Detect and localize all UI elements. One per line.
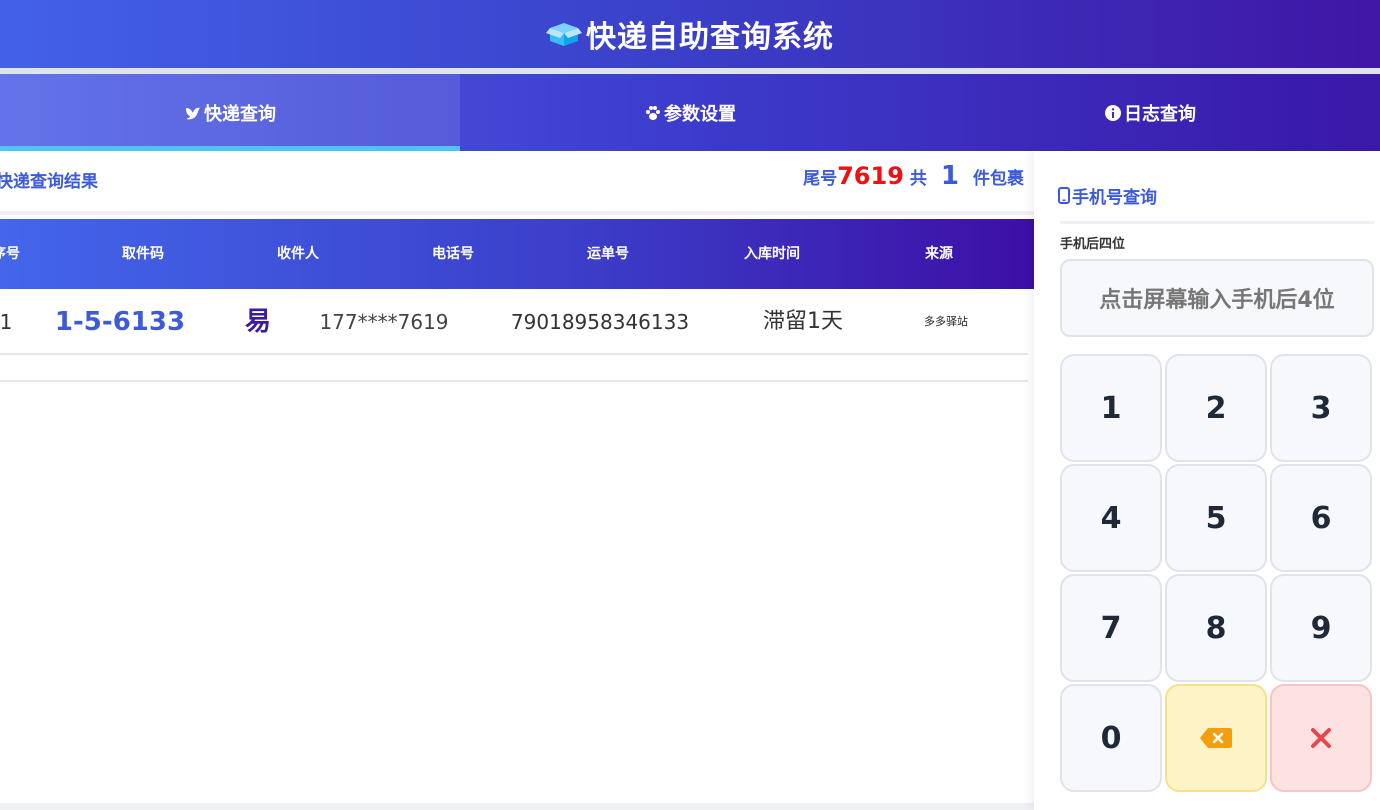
box-icon [546,23,582,46]
count-suffix: 件包裹 [973,169,1024,189]
tail-number: 7619 [837,162,904,190]
side-title: 手机号查询 [1072,188,1157,208]
side-divider [1060,221,1374,224]
backspace-button[interactable] [1165,684,1267,792]
key-2[interactable]: 2 [1165,354,1267,462]
key-0[interactable]: 0 [1060,684,1162,792]
clear-button[interactable] [1270,684,1372,792]
phone-field-label: 手机后四位 [1060,237,1126,252]
column-header-recipient: 收件人 [277,246,319,262]
info-icon [1105,104,1121,121]
column-header-phone: 电话号 [432,246,474,262]
column-header-pickup-code: 取件码 [122,246,164,262]
table-row[interactable]: 1 1-5-6133 易 177****7619 79018958346133 … [0,289,1028,355]
app-header: 快递自助查询系统 [0,0,1380,68]
package-count: 1 [940,161,959,191]
table-header: 序号 取件码 收件人 电话号 运单号 入库时间 来源 [0,219,1034,289]
tab-express-query[interactable]: 快递查询 [0,74,460,151]
tab-bar: 快递查询 参数设置 日志查询 [0,74,1380,151]
row-divider [0,380,1028,382]
results-panel: 快递查询结果 尾号 7619 共 1 件包裹 序号 取件码 收件人 电话号 运单… [0,151,1034,803]
column-header-time: 入库时间 [744,246,800,262]
cell-waybill: 79018958346133 [510,310,690,334]
app-title-wrap: 快递自助查询系统 [546,12,834,56]
tab-logs[interactable]: 日志查询 [920,74,1380,151]
result-title: 快递查询结果 [0,172,98,192]
mobile-icon [1058,187,1070,204]
key-1[interactable]: 1 [1060,354,1162,462]
app-title: 快递自助查询系统 [586,20,834,55]
key-3[interactable]: 3 [1270,354,1372,462]
column-header-seq: 序号 [0,246,20,262]
cell-seq: 1 [0,310,13,334]
tail-prefix: 尾号 [803,169,838,189]
key-7[interactable]: 7 [1060,574,1162,682]
key-6[interactable]: 6 [1270,464,1372,572]
tab-settings[interactable]: 参数设置 [460,74,920,151]
key-5[interactable]: 5 [1165,464,1267,572]
backspace-icon [1200,728,1232,748]
tab-label: 参数设置 [664,103,736,125]
cell-time: 滞留1天 [763,309,843,334]
cell-pickup-code: 1-5-6133 [54,307,186,337]
package-summary: 尾号 7619 共 1 件包裹 [803,161,1024,191]
key-8[interactable]: 8 [1165,574,1267,682]
tab-label: 日志查询 [1124,103,1196,125]
result-bar: 快递查询结果 尾号 7619 共 1 件包裹 [0,151,1034,213]
phone-last4-input[interactable]: 点击屏幕输入手机后4位 [1060,259,1374,337]
numeric-keypad: 1 2 3 4 5 6 7 8 9 0 [1060,354,1374,794]
tab-label: 快递查询 [204,103,276,125]
cell-recipient: 易 [244,307,272,337]
cell-source: 多多驿站 [924,315,968,328]
cell-phone: 177****7619 [319,310,449,334]
phone-query-panel: 手机号查询 手机后四位 点击屏幕输入手机后4位 1 2 3 4 5 6 7 8 … [1034,151,1380,810]
column-header-waybill: 运单号 [587,246,629,262]
key-9[interactable]: 9 [1270,574,1372,682]
paw-icon [646,105,660,120]
close-icon [1311,728,1331,748]
dove-icon [186,107,200,119]
side-title-wrap: 手机号查询 [1058,183,1157,208]
divider [0,211,1034,215]
key-4[interactable]: 4 [1060,464,1162,572]
total-prefix: 共 [909,169,927,189]
column-header-source: 来源 [925,246,953,262]
